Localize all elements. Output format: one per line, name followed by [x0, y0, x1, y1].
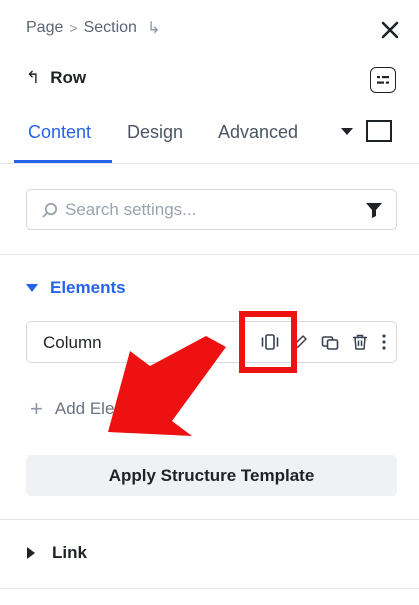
active-tab-indicator: [14, 160, 112, 163]
plus-icon: +: [30, 396, 43, 421]
element-item-column[interactable]: Column: [26, 321, 397, 363]
close-icon: [381, 21, 399, 39]
add-element-label: Add Element: [54, 399, 153, 418]
add-element-button[interactable]: + Add Element: [30, 398, 152, 420]
filter-icon[interactable]: [364, 200, 384, 220]
breadcrumb: Page > Section ↳: [26, 18, 160, 38]
section-divider: [0, 254, 419, 255]
link-section-toggle[interactable]: Link: [26, 543, 87, 563]
caret-right-icon: [27, 547, 35, 559]
breadcrumb-item-page[interactable]: Page: [26, 19, 63, 37]
search-icon: [41, 201, 59, 219]
settings-search: [26, 189, 397, 230]
breadcrumb-item-section[interactable]: Section: [84, 19, 137, 37]
caret-down-icon: [26, 284, 38, 292]
apply-structure-template-button[interactable]: Apply Structure Template: [26, 455, 397, 496]
subdirectory-arrow-icon: ↳: [146, 20, 161, 37]
elements-section-toggle[interactable]: Elements: [26, 278, 126, 298]
tab-design[interactable]: Design: [127, 122, 183, 143]
row-settings-button[interactable]: [370, 67, 396, 93]
duplicate-icon[interactable]: [318, 330, 342, 354]
section-divider: [0, 519, 419, 520]
tab-advanced[interactable]: Advanced: [218, 122, 298, 143]
panel-header: Page > Section ↳: [0, 0, 419, 58]
close-button[interactable]: [378, 18, 402, 42]
element-title: ↰ Row: [26, 68, 86, 88]
search-input[interactable]: [65, 199, 355, 220]
tab-bar: Content Design Advanced: [0, 110, 419, 164]
caret-down-icon[interactable]: [340, 124, 354, 138]
elements-section-label: Elements: [50, 278, 126, 297]
section-divider: [0, 588, 419, 589]
link-section-label: Link: [52, 543, 87, 562]
annotation-arrow-icon: [108, 336, 226, 436]
highlight-box-annotation: [239, 311, 297, 373]
more-vertical-icon[interactable]: [378, 330, 390, 354]
return-arrow-icon[interactable]: ↰: [26, 68, 40, 88]
row-settings-icon: [377, 76, 389, 84]
element-item-label: Column: [43, 333, 102, 352]
tab-content[interactable]: Content: [28, 122, 91, 143]
expand-panel-icon[interactable]: [366, 120, 392, 142]
element-title-label: Row: [50, 68, 87, 87]
breadcrumb-separator: >: [69, 20, 78, 36]
delete-icon[interactable]: [348, 330, 372, 354]
